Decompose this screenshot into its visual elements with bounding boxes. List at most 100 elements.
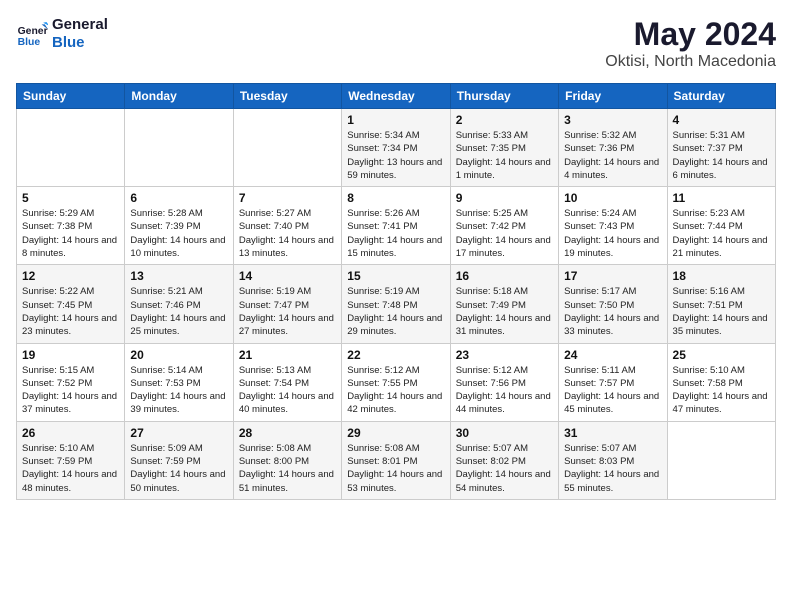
calendar-cell: 5 Sunrise: 5:29 AM Sunset: 7:38 PM Daylig… xyxy=(17,187,125,265)
day-number: 4 xyxy=(673,113,770,127)
day-number: 9 xyxy=(456,191,553,205)
day-info: Sunrise: 5:34 AM Sunset: 7:34 PM Dayligh… xyxy=(347,129,444,182)
day-number: 29 xyxy=(347,426,444,440)
svg-text:General: General xyxy=(18,26,48,37)
day-info: Sunrise: 5:21 AM Sunset: 7:46 PM Dayligh… xyxy=(130,285,227,338)
day-number: 6 xyxy=(130,191,227,205)
day-info: Sunrise: 5:13 AM Sunset: 7:54 PM Dayligh… xyxy=(239,364,336,417)
weekday-header-monday: Monday xyxy=(125,84,233,109)
day-number: 13 xyxy=(130,269,227,283)
calendar-week-2: 5 Sunrise: 5:29 AM Sunset: 7:38 PM Daylig… xyxy=(17,187,776,265)
calendar-cell xyxy=(667,421,775,499)
calendar-cell: 6 Sunrise: 5:28 AM Sunset: 7:39 PM Daylig… xyxy=(125,187,233,265)
day-number: 25 xyxy=(673,348,770,362)
day-number: 2 xyxy=(456,113,553,127)
calendar-cell: 20 Sunrise: 5:14 AM Sunset: 7:53 PM Dayli… xyxy=(125,343,233,421)
calendar-cell: 9 Sunrise: 5:25 AM Sunset: 7:42 PM Daylig… xyxy=(450,187,558,265)
day-number: 18 xyxy=(673,269,770,283)
day-info: Sunrise: 5:23 AM Sunset: 7:44 PM Dayligh… xyxy=(673,207,770,260)
logo: General Blue General Blue xyxy=(16,16,108,52)
calendar-header: SundayMondayTuesdayWednesdayThursdayFrid… xyxy=(17,84,776,109)
calendar-cell: 10Sunrise: 5:24 AM Sunset: 7:43 PM Dayli… xyxy=(559,187,667,265)
day-info: Sunrise: 5:31 AM Sunset: 7:37 PM Dayligh… xyxy=(673,129,770,182)
day-info: Sunrise: 5:10 AM Sunset: 7:59 PM Dayligh… xyxy=(22,442,119,495)
weekday-header-thursday: Thursday xyxy=(450,84,558,109)
svg-text:Blue: Blue xyxy=(18,37,41,48)
day-number: 16 xyxy=(456,269,553,283)
day-number: 14 xyxy=(239,269,336,283)
day-number: 5 xyxy=(22,191,119,205)
day-number: 23 xyxy=(456,348,553,362)
day-info: Sunrise: 5:26 AM Sunset: 7:41 PM Dayligh… xyxy=(347,207,444,260)
calendar-cell: 24 Sunrise: 5:11 AM Sunset: 7:57 PM Dayli… xyxy=(559,343,667,421)
calendar-cell: 7Sunrise: 5:27 AM Sunset: 7:40 PM Daylig… xyxy=(233,187,341,265)
logo-icon: General Blue xyxy=(16,18,48,50)
calendar-week-3: 12Sunrise: 5:22 AM Sunset: 7:45 PM Dayli… xyxy=(17,265,776,343)
calendar-subtitle: Oktisi, North Macedonia xyxy=(605,53,776,71)
day-number: 10 xyxy=(564,191,661,205)
day-info: Sunrise: 5:25 AM Sunset: 7:42 PM Dayligh… xyxy=(456,207,553,260)
calendar-cell: 14 Sunrise: 5:19 AM Sunset: 7:47 PM Dayli… xyxy=(233,265,341,343)
logo-general: General xyxy=(52,16,108,34)
calendar-week-1: 1Sunrise: 5:34 AM Sunset: 7:34 PM Daylig… xyxy=(17,109,776,187)
weekday-header-tuesday: Tuesday xyxy=(233,84,341,109)
page-header: General Blue General Blue May 2024 Oktis… xyxy=(16,16,776,71)
day-number: 17 xyxy=(564,269,661,283)
calendar-cell: 4 Sunrise: 5:31 AM Sunset: 7:37 PM Daylig… xyxy=(667,109,775,187)
weekday-header-wednesday: Wednesday xyxy=(342,84,450,109)
day-info: Sunrise: 5:19 AM Sunset: 7:47 PM Dayligh… xyxy=(239,285,336,338)
calendar-week-5: 26 Sunrise: 5:10 AM Sunset: 7:59 PM Dayli… xyxy=(17,421,776,499)
calendar-cell: 2 Sunrise: 5:33 AM Sunset: 7:35 PM Daylig… xyxy=(450,109,558,187)
logo-blue: Blue xyxy=(52,34,108,52)
calendar-table: SundayMondayTuesdayWednesdayThursdayFrid… xyxy=(16,83,776,500)
day-number: 22 xyxy=(347,348,444,362)
calendar-cell: 3Sunrise: 5:32 AM Sunset: 7:36 PM Daylig… xyxy=(559,109,667,187)
day-info: Sunrise: 5:28 AM Sunset: 7:39 PM Dayligh… xyxy=(130,207,227,260)
day-info: Sunrise: 5:12 AM Sunset: 7:56 PM Dayligh… xyxy=(456,364,553,417)
calendar-cell: 1Sunrise: 5:34 AM Sunset: 7:34 PM Daylig… xyxy=(342,109,450,187)
calendar-cell: 22Sunrise: 5:12 AM Sunset: 7:55 PM Dayli… xyxy=(342,343,450,421)
calendar-cell: 17 Sunrise: 5:17 AM Sunset: 7:50 PM Dayli… xyxy=(559,265,667,343)
day-number: 15 xyxy=(347,269,444,283)
calendar-week-4: 19 Sunrise: 5:15 AM Sunset: 7:52 PM Dayli… xyxy=(17,343,776,421)
day-info: Sunrise: 5:08 AM Sunset: 8:01 PM Dayligh… xyxy=(347,442,444,495)
title-block: May 2024 Oktisi, North Macedonia xyxy=(605,16,776,71)
day-info: Sunrise: 5:15 AM Sunset: 7:52 PM Dayligh… xyxy=(22,364,119,417)
calendar-cell: 26 Sunrise: 5:10 AM Sunset: 7:59 PM Dayli… xyxy=(17,421,125,499)
calendar-cell: 11 Sunrise: 5:23 AM Sunset: 7:44 PM Dayli… xyxy=(667,187,775,265)
day-number: 20 xyxy=(130,348,227,362)
day-info: Sunrise: 5:29 AM Sunset: 7:38 PM Dayligh… xyxy=(22,207,119,260)
calendar-cell xyxy=(17,109,125,187)
day-info: Sunrise: 5:11 AM Sunset: 7:57 PM Dayligh… xyxy=(564,364,661,417)
day-info: Sunrise: 5:27 AM Sunset: 7:40 PM Dayligh… xyxy=(239,207,336,260)
day-number: 8 xyxy=(347,191,444,205)
day-number: 24 xyxy=(564,348,661,362)
day-number: 12 xyxy=(22,269,119,283)
calendar-cell: 12Sunrise: 5:22 AM Sunset: 7:45 PM Dayli… xyxy=(17,265,125,343)
day-info: Sunrise: 5:14 AM Sunset: 7:53 PM Dayligh… xyxy=(130,364,227,417)
day-number: 26 xyxy=(22,426,119,440)
day-number: 30 xyxy=(456,426,553,440)
calendar-cell: 29 Sunrise: 5:08 AM Sunset: 8:01 PM Dayli… xyxy=(342,421,450,499)
day-number: 11 xyxy=(673,191,770,205)
day-number: 3 xyxy=(564,113,661,127)
day-info: Sunrise: 5:08 AM Sunset: 8:00 PM Dayligh… xyxy=(239,442,336,495)
day-info: Sunrise: 5:19 AM Sunset: 7:48 PM Dayligh… xyxy=(347,285,444,338)
day-number: 31 xyxy=(564,426,661,440)
calendar-cell: 13 Sunrise: 5:21 AM Sunset: 7:46 PM Dayli… xyxy=(125,265,233,343)
day-info: Sunrise: 5:07 AM Sunset: 8:03 PM Dayligh… xyxy=(564,442,661,495)
day-number: 27 xyxy=(130,426,227,440)
day-number: 19 xyxy=(22,348,119,362)
day-number: 28 xyxy=(239,426,336,440)
day-number: 21 xyxy=(239,348,336,362)
calendar-cell xyxy=(125,109,233,187)
calendar-cell: 16Sunrise: 5:18 AM Sunset: 7:49 PM Dayli… xyxy=(450,265,558,343)
day-info: Sunrise: 5:16 AM Sunset: 7:51 PM Dayligh… xyxy=(673,285,770,338)
day-info: Sunrise: 5:33 AM Sunset: 7:35 PM Dayligh… xyxy=(456,129,553,182)
day-info: Sunrise: 5:17 AM Sunset: 7:50 PM Dayligh… xyxy=(564,285,661,338)
day-info: Sunrise: 5:07 AM Sunset: 8:02 PM Dayligh… xyxy=(456,442,553,495)
calendar-cell: 19 Sunrise: 5:15 AM Sunset: 7:52 PM Dayli… xyxy=(17,343,125,421)
weekday-header-friday: Friday xyxy=(559,84,667,109)
day-info: Sunrise: 5:10 AM Sunset: 7:58 PM Dayligh… xyxy=(673,364,770,417)
weekday-header-saturday: Saturday xyxy=(667,84,775,109)
